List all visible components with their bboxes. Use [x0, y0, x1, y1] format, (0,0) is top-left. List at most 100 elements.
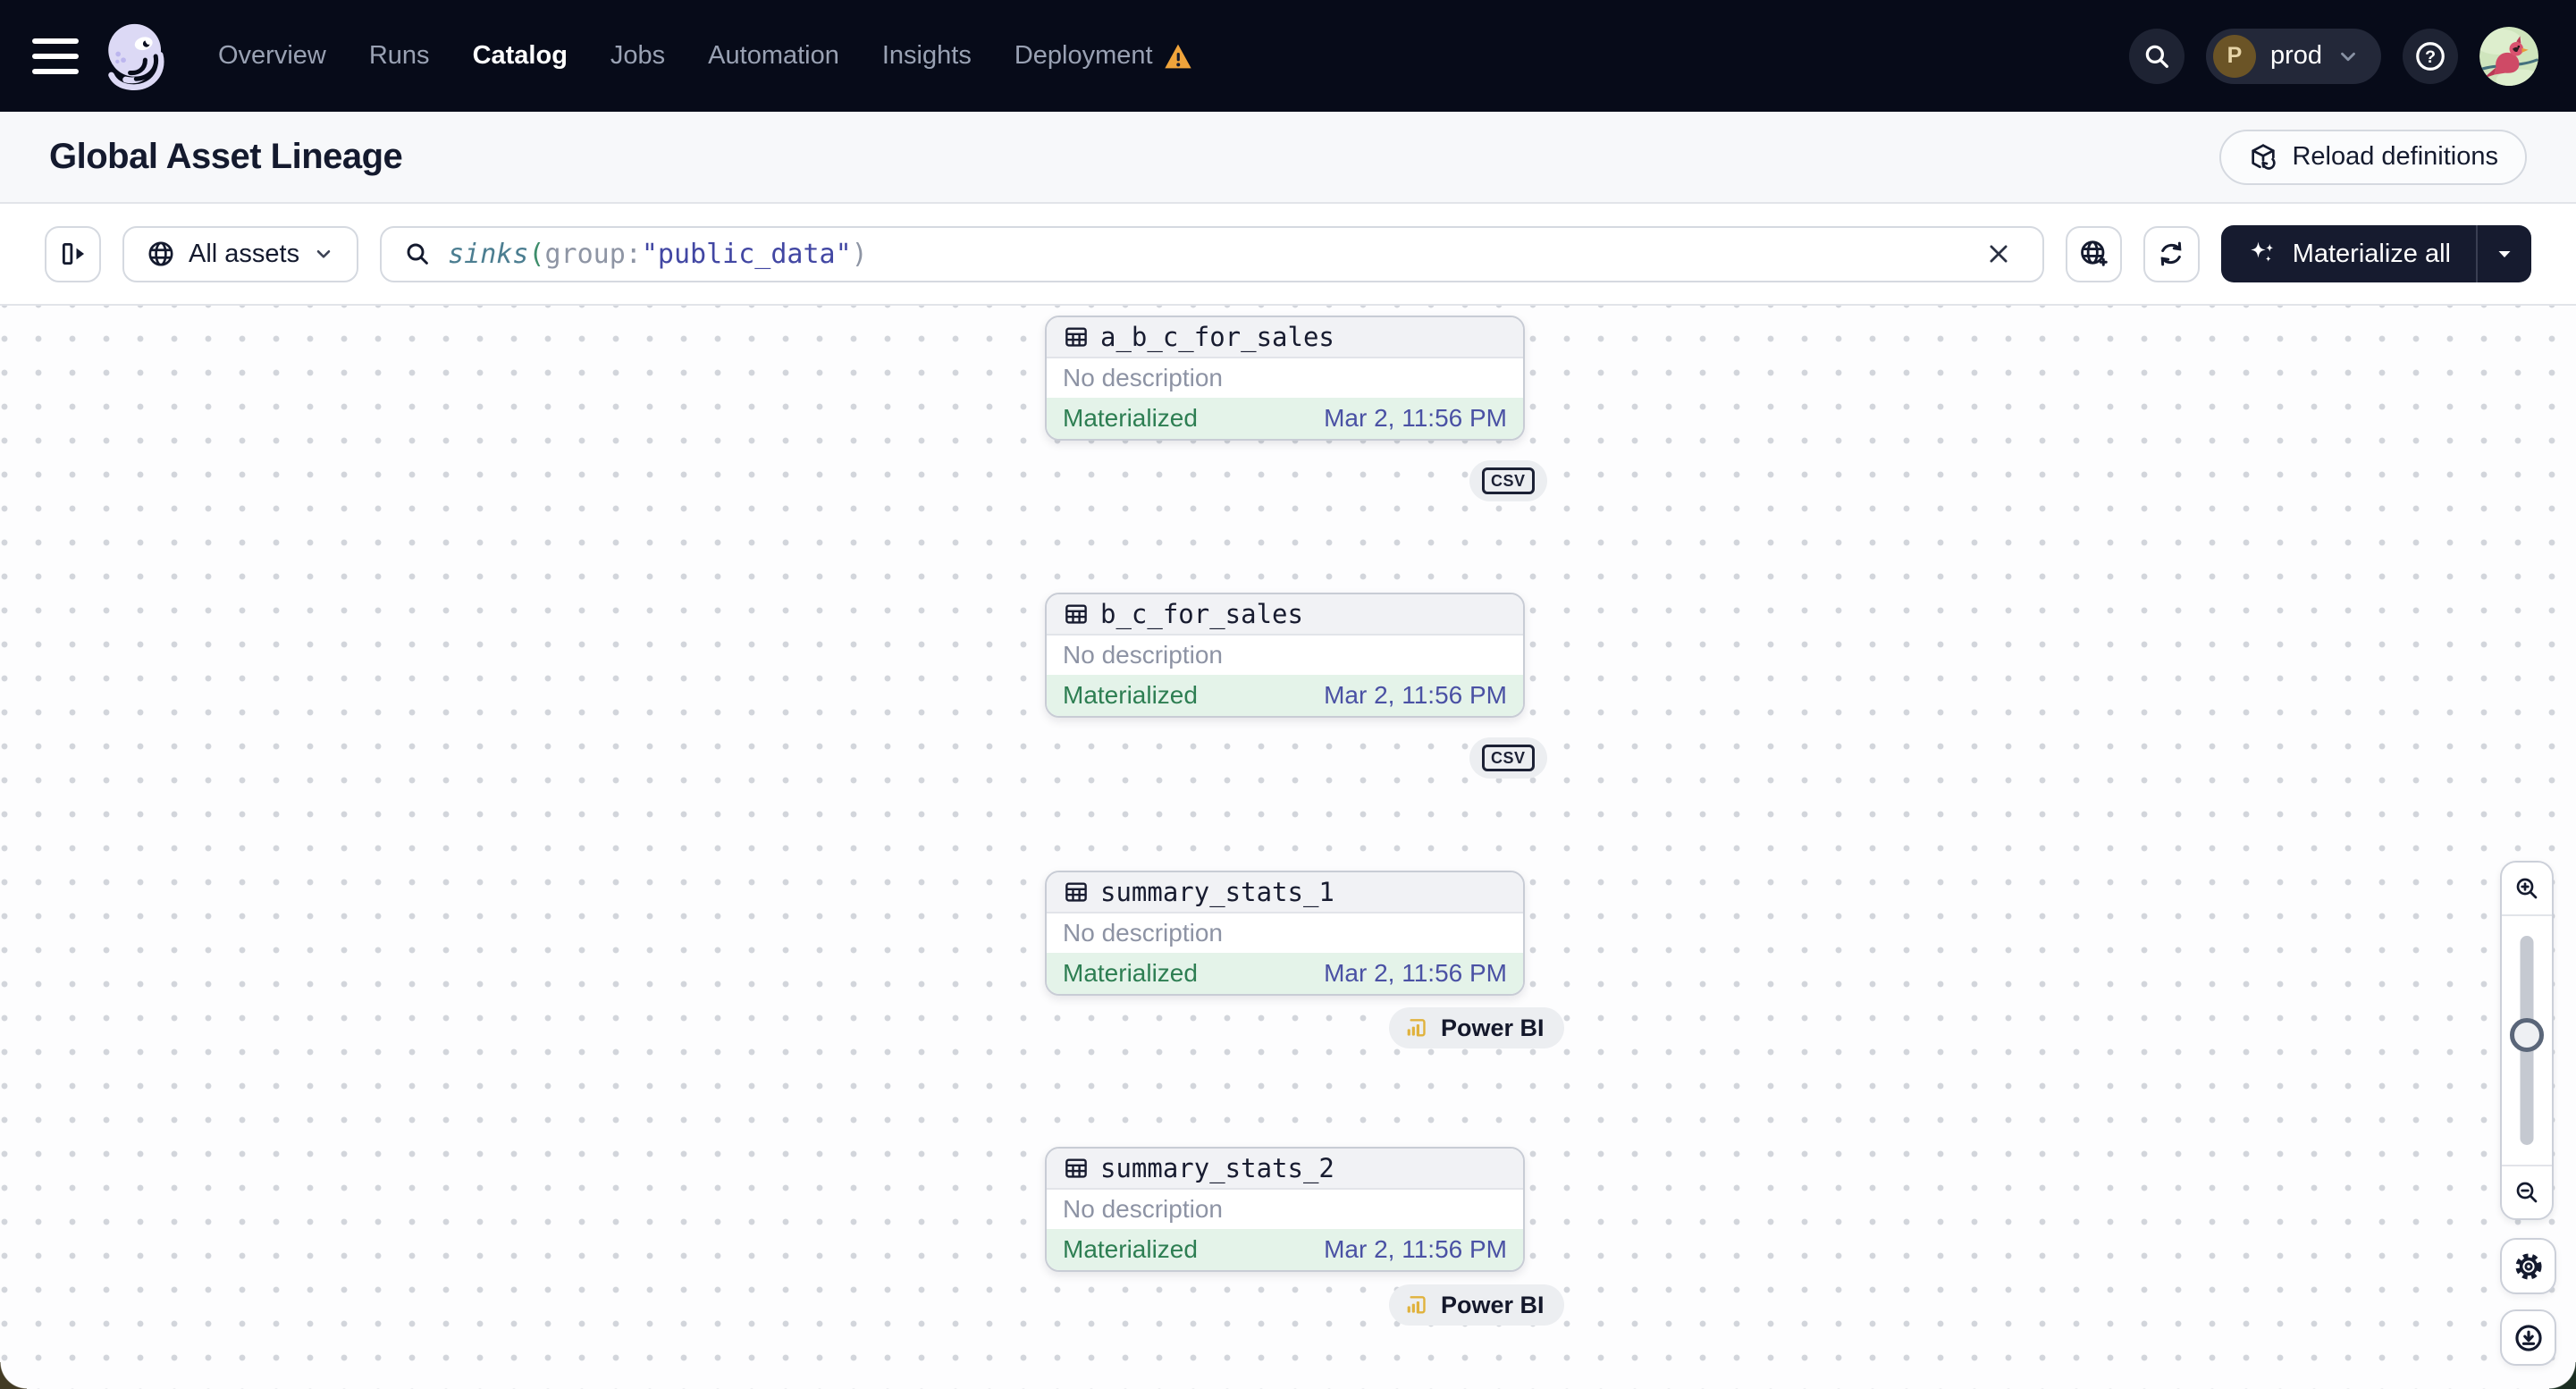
nav-item-label: Deployment	[1014, 41, 1153, 70]
materialization-timestamp[interactable]: Mar 2, 11:56 PM	[1324, 681, 1507, 710]
nav-item-label: Catalog	[472, 41, 568, 70]
nav-item-label: Overview	[218, 41, 326, 70]
query-close-paren: )	[851, 238, 868, 270]
view-global-lineage-icon[interactable]	[2065, 225, 2122, 282]
materialization-timestamp[interactable]: Mar 2, 11:56 PM	[1324, 959, 1507, 988]
asset-selection-input[interactable]: sinks(group: "public_data")	[380, 225, 2044, 282]
reload-definitions-label: Reload definitions	[2292, 142, 2498, 171]
zoom-out-icon[interactable]	[2502, 1165, 2552, 1218]
materialize-options-caret[interactable]	[2478, 225, 2531, 282]
search-icon	[403, 240, 432, 268]
asset-description: No description	[1063, 919, 1223, 947]
table-icon	[1063, 601, 1090, 627]
zoom-in-icon[interactable]	[2502, 863, 2552, 916]
top-nav: Overview Runs Catalog Jobs Automation In…	[0, 0, 2576, 112]
status-badge: Materialized	[1063, 958, 1198, 987]
csv-icon: CSV	[1482, 744, 1535, 772]
globe-icon	[146, 239, 176, 269]
asset-selection-query: sinks(group: "public_data")	[448, 239, 868, 270]
asset-scope-label: All assets	[189, 239, 300, 268]
asset-node-header: summary_stats_1	[1047, 872, 1523, 914]
warning-icon	[1164, 43, 1192, 70]
asset-name: a_b_c_for_sales	[1100, 322, 1334, 353]
chevron-down-icon	[2341, 52, 2355, 61]
zoom-slider[interactable]	[2502, 916, 2552, 1165]
asset-description: No description	[1063, 641, 1223, 669]
asset-node-header: summary_stats_2	[1047, 1149, 1523, 1191]
asset-description: No description	[1063, 1195, 1223, 1224]
chevron-down-icon	[316, 249, 331, 258]
reload-definitions-button[interactable]: Reload definitions	[2219, 129, 2527, 185]
asset-node[interactable]: a_b_c_for_sales No description Materiali…	[1045, 316, 1525, 441]
window-corner	[0, 1362, 27, 1389]
csv-icon: CSV	[1482, 467, 1535, 495]
query-value: "public_data"	[641, 238, 852, 270]
asset-status-row: Materialized Mar 2, 11:56 PM	[1047, 397, 1523, 439]
materialize-all-label: Materialize all	[2292, 239, 2451, 268]
query-key: group:	[544, 238, 642, 270]
query-function: sinks	[448, 238, 529, 270]
powerbi-icon	[1402, 1291, 1430, 1319]
environment-initial: P	[2212, 34, 2256, 78]
nav-item-label: Insights	[881, 41, 972, 70]
nav-menu: Overview Runs Catalog Jobs Automation In…	[218, 41, 1192, 71]
nav-item-deployment[interactable]: Deployment	[1014, 41, 1192, 71]
materialize-all-button[interactable]: Materialize all	[2221, 225, 2476, 282]
nav-item-overview[interactable]: Overview	[218, 41, 326, 71]
clear-search-icon[interactable]	[1976, 232, 2021, 276]
zoom-slider-thumb[interactable]	[2510, 1018, 2544, 1052]
lineage-toolbar: All assets sinks(group: "public_data") M…	[0, 204, 2576, 306]
sparkles-icon	[2246, 238, 2278, 270]
nav-item-catalog[interactable]: Catalog	[473, 41, 568, 71]
help-icon[interactable]: ?	[2403, 28, 2458, 84]
asset-node[interactable]: summary_stats_2 No description Materiali…	[1045, 1147, 1525, 1272]
asset-status-row: Materialized Mar 2, 11:56 PM	[1047, 1228, 1523, 1270]
kind-tag-powerbi[interactable]: Power BI	[1389, 1284, 1564, 1326]
nav-item-automation[interactable]: Automation	[708, 41, 839, 71]
asset-name: summary_stats_2	[1100, 1153, 1334, 1184]
kind-tag-csv[interactable]: CSV	[1469, 737, 1547, 779]
nav-right-group: P prod ?	[2128, 26, 2538, 86]
nav-item-label: Automation	[708, 41, 839, 70]
user-avatar[interactable]	[2479, 26, 2538, 86]
dagster-logo-icon[interactable]	[100, 19, 175, 94]
asset-node[interactable]: summary_stats_1 No description Materiali…	[1045, 871, 1525, 996]
materialization-timestamp[interactable]: Mar 2, 11:56 PM	[1324, 1235, 1507, 1264]
asset-node[interactable]: b_c_for_sales No description Materialize…	[1045, 593, 1525, 718]
graph-settings-icon[interactable]	[2500, 1238, 2556, 1294]
status-badge: Materialized	[1063, 1234, 1198, 1263]
nav-item-label: Runs	[368, 41, 430, 70]
status-badge: Materialized	[1063, 403, 1198, 432]
powerbi-label: Power BI	[1441, 1291, 1545, 1318]
refresh-icon[interactable]	[2142, 225, 2200, 282]
reload-cube-icon	[2248, 142, 2278, 173]
query-open-paren: (	[528, 238, 545, 270]
asset-scope-dropdown[interactable]: All assets	[122, 225, 359, 282]
nav-item-jobs[interactable]: Jobs	[610, 41, 665, 71]
environment-switcher[interactable]: P prod	[2205, 28, 2381, 84]
asset-name: summary_stats_1	[1100, 877, 1334, 908]
kind-tag-powerbi[interactable]: Power BI	[1389, 1007, 1564, 1048]
materialize-all-group: Materialize all	[2220, 225, 2531, 282]
search-icon[interactable]	[2128, 28, 2185, 84]
zoom-control-panel	[2500, 861, 2554, 1220]
table-icon	[1063, 324, 1090, 350]
page-title: Global Asset Lineage	[49, 137, 403, 176]
table-icon	[1063, 1155, 1090, 1182]
asset-description: No description	[1063, 364, 1223, 392]
kind-tag-csv[interactable]: CSV	[1469, 460, 1547, 501]
hamburger-menu-button[interactable]	[32, 38, 79, 74]
asset-node-header: b_c_for_sales	[1047, 594, 1523, 636]
status-badge: Materialized	[1063, 680, 1198, 709]
nav-item-label: Jobs	[610, 41, 666, 70]
table-icon	[1063, 879, 1090, 905]
download-image-icon[interactable]	[2500, 1309, 2556, 1366]
page-header: Global Asset Lineage Reload definitions	[0, 112, 2576, 204]
lineage-graph-canvas[interactable]: a_b_c_for_sales No description Materiali…	[0, 306, 2576, 1389]
window-corner	[2549, 1362, 2576, 1389]
materialization-timestamp[interactable]: Mar 2, 11:56 PM	[1324, 404, 1507, 433]
nav-item-runs[interactable]: Runs	[369, 41, 430, 71]
nav-item-insights[interactable]: Insights	[882, 41, 972, 71]
open-sidebar-button[interactable]	[45, 225, 101, 282]
asset-status-row: Materialized Mar 2, 11:56 PM	[1047, 952, 1523, 994]
